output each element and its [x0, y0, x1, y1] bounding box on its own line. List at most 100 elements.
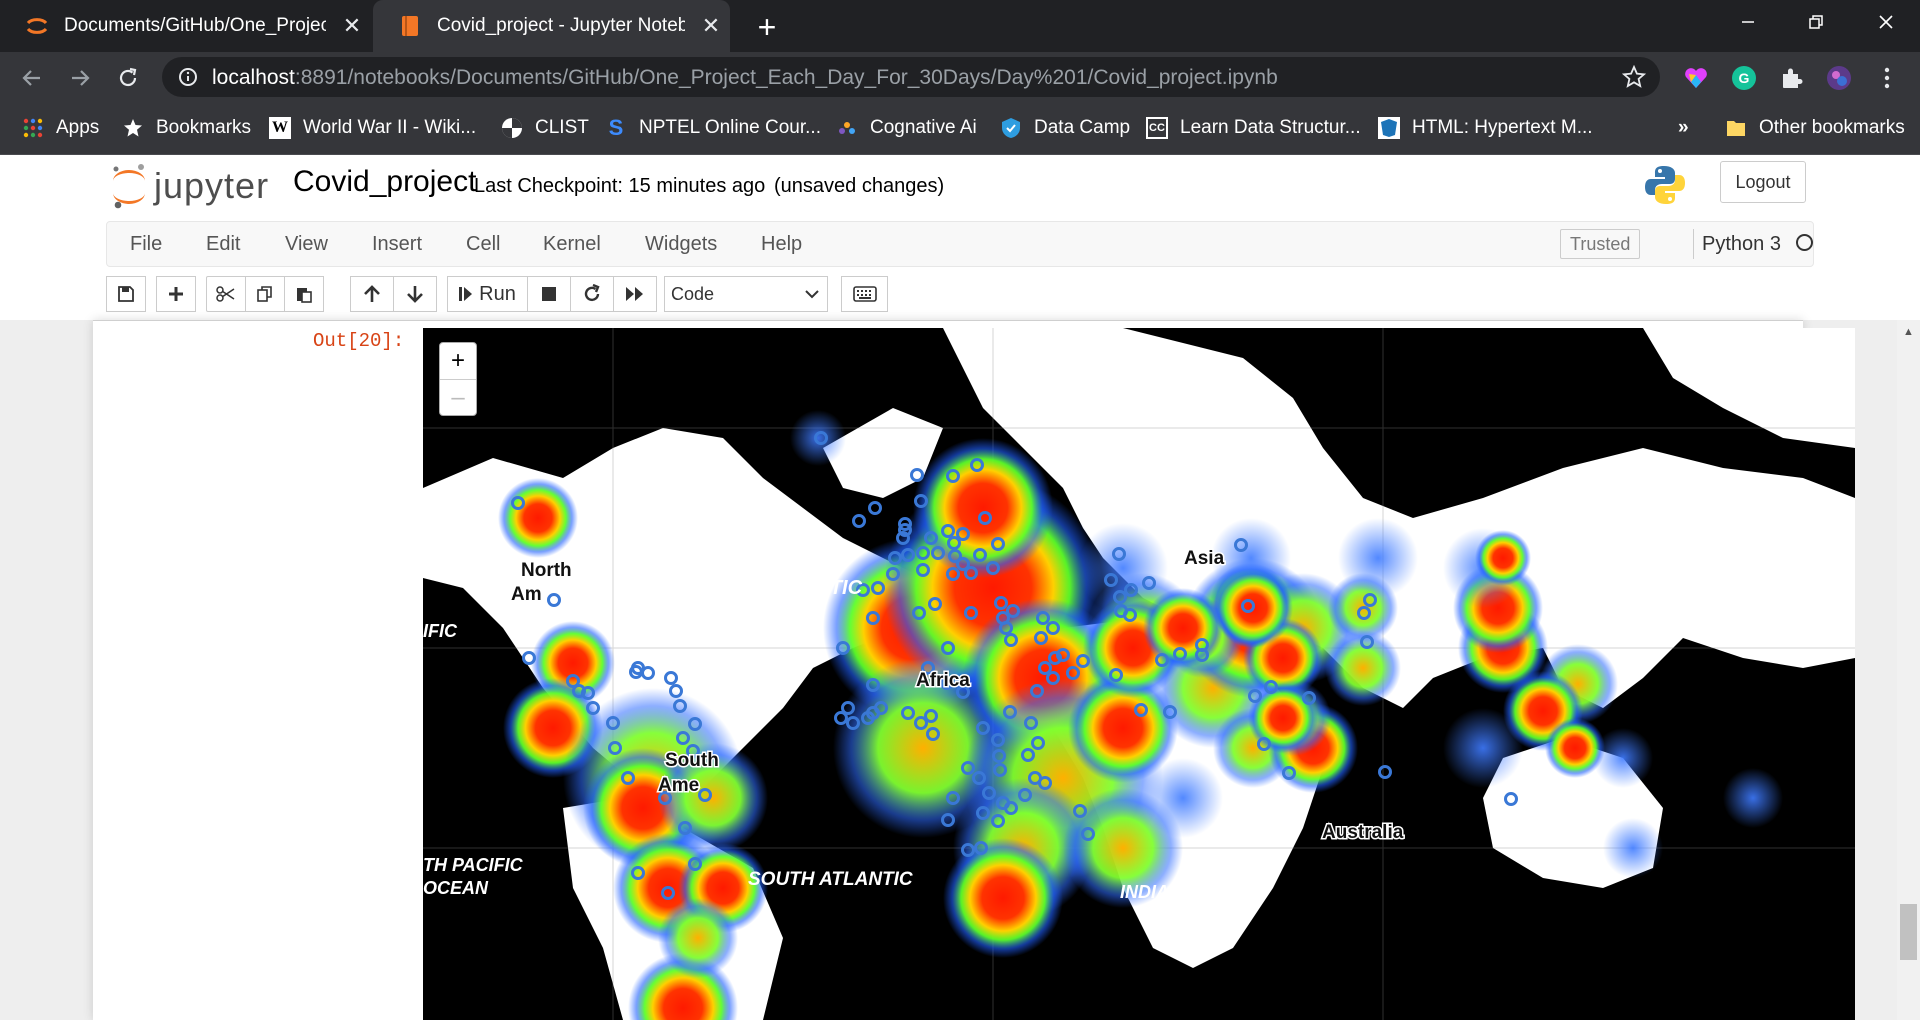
clist-icon: [501, 117, 523, 139]
bookmark-label: Apps: [56, 117, 100, 138]
label-africa: Africa: [916, 670, 970, 691]
notebook-title[interactable]: Covid_project: [293, 165, 476, 199]
copy-icon: [257, 286, 272, 302]
move-up-button[interactable]: [350, 276, 394, 312]
tab-covid-project[interactable]: Covid_project - Jupyter Noteboo ✕: [373, 0, 730, 52]
menu-insert[interactable]: Insert: [372, 233, 422, 256]
jupyter-logo[interactable]: jupyter: [110, 163, 269, 209]
arrow-left-icon: [22, 70, 40, 86]
browser-toolbar: localhost:8891/notebooks/Documents/GitHu…: [0, 52, 1920, 102]
label-australia: Australia: [1322, 822, 1404, 843]
new-tab-button[interactable]: +: [750, 9, 784, 46]
arrow-down-icon: [407, 286, 423, 303]
info-icon[interactable]: [178, 67, 198, 87]
scissors-icon: [216, 286, 235, 302]
url-text: localhost:8891/notebooks/Documents/GitHu…: [212, 66, 1278, 89]
bookmark-apps[interactable]: Apps: [22, 102, 99, 154]
cc-icon: CC: [1146, 117, 1168, 139]
other-bookmarks[interactable]: Other bookmarks: [1725, 102, 1905, 154]
menu-cell[interactable]: Cell: [466, 233, 500, 256]
bookmark-cognative[interactable]: Cognative Ai: [836, 102, 977, 154]
bookmark-label: Data Camp: [1034, 117, 1131, 138]
menu-file[interactable]: File: [130, 233, 162, 256]
forward-button[interactable]: [64, 62, 96, 94]
label-north-atlantic: NORTH ATLANTIC: [688, 577, 863, 599]
folium-heatmap[interactable]: North Am NORTH ATLANTIC OCEAN IFIC South…: [423, 328, 1855, 1020]
run-label: Run: [479, 282, 516, 305]
mdn-icon: [1378, 117, 1400, 139]
bookmark-mdn[interactable]: HTML: Hypertext M...: [1378, 102, 1593, 154]
svg-text:G: G: [1739, 70, 1750, 86]
restore-icon[interactable]: [1786, 0, 1846, 44]
bookmark-bookmarks[interactable]: Bookmarks: [122, 102, 251, 154]
bookmark-learn-ds[interactable]: CC Learn Data Structur...: [1146, 102, 1361, 154]
world-map-svg[interactable]: North Am NORTH ATLANTIC OCEAN IFIC South…: [423, 328, 1855, 1020]
scroll-up-icon[interactable]: ▲: [1903, 326, 1914, 338]
bookmark-nptel[interactable]: S NPTEL Online Cour...: [605, 102, 821, 154]
datacamp-icon: [1000, 117, 1022, 139]
command-palette-button[interactable]: [841, 276, 888, 312]
extensions-puzzle-icon[interactable]: [1779, 65, 1805, 91]
keyboard-icon: [852, 286, 877, 302]
menu-view[interactable]: View: [285, 233, 328, 256]
page-scrollbar[interactable]: ▲: [1897, 320, 1920, 1020]
cell-type-value: Code: [671, 283, 715, 304]
notebook-container: Out[20]: North Am NORTH ATLANTIC OCEAN I…: [0, 320, 1920, 1020]
back-button[interactable]: [16, 62, 48, 94]
star-icon: [122, 117, 144, 139]
grammarly-icon[interactable]: G: [1731, 65, 1757, 91]
more-bookmarks-button[interactable]: »: [1678, 102, 1689, 154]
heart-extension-icon[interactable]: [1683, 65, 1709, 91]
kebab-menu-icon[interactable]: [1874, 65, 1900, 91]
label-asia: Asia: [1184, 548, 1225, 569]
label-indian-ocean: INDIAN OCEAN: [1120, 882, 1253, 902]
save-button[interactable]: [106, 276, 146, 312]
chevron-down-icon: [805, 290, 819, 299]
label-south-america-2: Ame: [658, 775, 699, 796]
reload-button[interactable]: [112, 62, 144, 94]
trusted-indicator[interactable]: Trusted: [1560, 229, 1641, 259]
minimize-icon[interactable]: [1718, 0, 1778, 44]
move-down-button[interactable]: [393, 276, 437, 312]
tab-documents[interactable]: Documents/GitHub/One_Project_ ✕: [0, 0, 370, 52]
stop-icon: [542, 287, 556, 301]
bookmark-star-icon[interactable]: [1622, 65, 1646, 89]
nptel-icon: S: [608, 115, 624, 140]
bookmark-datacamp[interactable]: Data Camp: [1000, 102, 1130, 154]
zoom-in-button[interactable]: +: [440, 343, 476, 380]
run-button[interactable]: Run: [447, 276, 528, 312]
case-marker[interactable]: [1378, 765, 1392, 779]
tab-title: Documents/GitHub/One_Project_: [64, 15, 326, 36]
menu-widgets[interactable]: Widgets: [645, 233, 717, 256]
close-tab-icon[interactable]: ✕: [699, 13, 723, 39]
cut-button[interactable]: [206, 276, 246, 312]
bookmark-wikipedia[interactable]: W World War II - Wiki...: [269, 102, 476, 154]
menu-edit[interactable]: Edit: [206, 233, 240, 256]
kernel-name[interactable]: Python 3: [1693, 229, 1781, 259]
close-tab-icon[interactable]: ✕: [340, 13, 364, 39]
cell-type-select[interactable]: Code: [664, 276, 828, 312]
jupyter-wordmark: jupyter: [154, 165, 270, 206]
scroll-thumb[interactable]: [1900, 904, 1917, 960]
logout-button[interactable]: Logout: [1720, 161, 1806, 203]
insert-cell-button[interactable]: [156, 276, 196, 312]
address-bar[interactable]: localhost:8891/notebooks/Documents/GitHu…: [162, 57, 1660, 97]
restart-button[interactable]: [570, 276, 614, 312]
zoom-out-button[interactable]: –: [440, 380, 476, 416]
bookmark-clist[interactable]: CLIST: [501, 102, 589, 154]
case-marker[interactable]: [852, 514, 866, 528]
interrupt-button[interactable]: [527, 276, 571, 312]
case-marker[interactable]: [868, 501, 882, 515]
paste-button[interactable]: [284, 276, 324, 312]
restart-run-all-button[interactable]: [613, 276, 657, 312]
fast-forward-icon: [626, 287, 643, 301]
menu-help[interactable]: Help: [761, 233, 802, 256]
profile-avatar-icon[interactable]: [1826, 65, 1852, 91]
label-south-pacific: TH PACIFIC: [423, 855, 524, 875]
cognative-icon: [836, 117, 858, 139]
close-window-icon[interactable]: [1856, 0, 1916, 44]
menu-kernel[interactable]: Kernel: [543, 233, 601, 256]
wikipedia-icon: W: [269, 117, 291, 139]
copy-button[interactable]: [245, 276, 285, 312]
label-south-atlantic: SOUTH ATLANTIC: [748, 869, 913, 890]
